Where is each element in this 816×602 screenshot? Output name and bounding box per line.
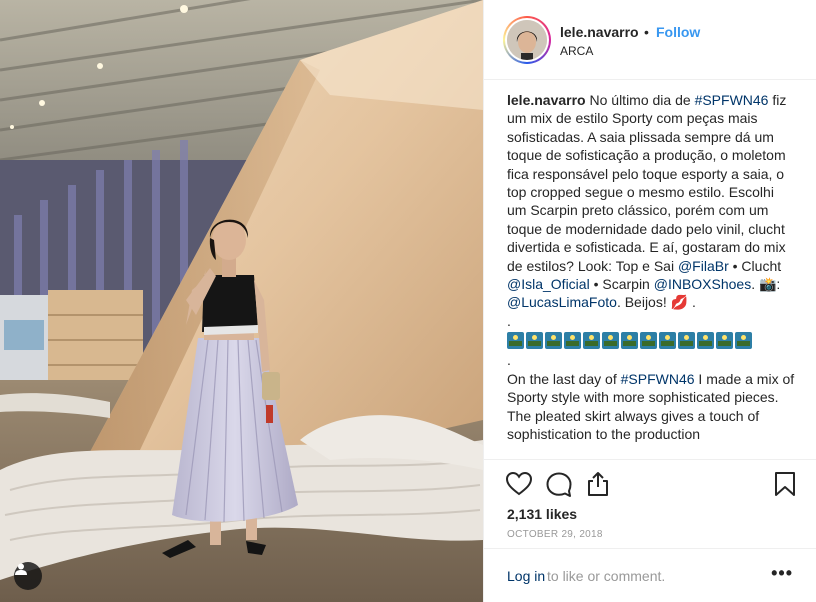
save-button[interactable] [771, 470, 799, 498]
more-options-button[interactable]: ••• [771, 563, 793, 584]
share-button[interactable] [584, 470, 612, 498]
landscape-emoji-icon [697, 332, 714, 350]
user-icon [15, 563, 27, 575]
location-link[interactable]: ARCA [560, 44, 593, 58]
hashtag-link[interactable]: #SPFWN46 [695, 92, 769, 108]
caption-dot-line: . [507, 352, 511, 369]
tagged-users-button[interactable] [14, 562, 42, 590]
caption-username[interactable]: lele.navarro [507, 92, 586, 108]
landscape-emoji-icon [526, 332, 543, 350]
comment-bar: Log in to like or comment. ••• [484, 548, 816, 602]
header-username[interactable]: lele.navarro [560, 24, 639, 40]
post-date: OCTOBER 29, 2018 [507, 529, 603, 540]
bookmark-icon [775, 472, 795, 496]
like-button[interactable] [505, 470, 533, 498]
landscape-emoji-icon [640, 332, 657, 350]
likes-count[interactable]: 2,131 likes [507, 506, 577, 522]
post-caption: lele.navarro No último dia de #SPFWN46 f… [507, 91, 797, 443]
mention-link[interactable]: @Isla_Oficial [507, 276, 590, 292]
post-photo[interactable] [0, 0, 483, 602]
login-prompt-text: to like or comment. [547, 568, 666, 584]
caption-text: No último dia de [585, 92, 695, 108]
landscape-emoji-icon [678, 332, 695, 350]
photo-illustration [0, 0, 483, 602]
avatar-image [507, 20, 547, 60]
emoji-row [507, 332, 797, 350]
caption-text: fiz um mix de estilo Sporty com peças ma… [507, 92, 787, 274]
landscape-emoji-icon [564, 332, 581, 350]
mention-link[interactable]: @LucasLimaFoto [507, 294, 617, 310]
heart-icon [505, 471, 533, 496]
landscape-emoji-icon [602, 332, 619, 350]
hashtag-link[interactable]: #SPFWN46 [621, 371, 695, 387]
landscape-emoji-icon [507, 332, 524, 350]
landscape-emoji-icon [583, 332, 600, 350]
post-side-panel: lele.navarro • Follow ARCA lele.navarro … [483, 0, 816, 602]
avatar[interactable] [503, 16, 551, 64]
caption-text: • Scarpin [589, 276, 654, 293]
mention-link[interactable]: @INBOXShoes [654, 276, 751, 292]
caption-text: • Clucht [728, 257, 782, 274]
comments-scroll-area[interactable]: lele.navarro No último dia de #SPFWN46 f… [484, 81, 816, 459]
mention-link[interactable]: @FilaBr [678, 258, 729, 274]
landscape-emoji-icon [716, 332, 733, 350]
comment-icon [546, 472, 572, 497]
landscape-emoji-icon [545, 332, 562, 350]
caption-text: . Beijos! 💋 . [616, 294, 696, 311]
login-link[interactable]: Log in [507, 568, 545, 584]
header-separator: • [644, 24, 649, 40]
caption-text: . 📸: [751, 276, 781, 293]
landscape-emoji-icon [659, 332, 676, 350]
share-icon [588, 472, 608, 496]
follow-button[interactable]: Follow [656, 24, 700, 40]
comment-button[interactable] [545, 470, 573, 498]
post-header: lele.navarro • Follow ARCA [484, 0, 816, 80]
caption-dot-line: . [507, 312, 511, 329]
caption-text: On the last day of [507, 370, 621, 387]
landscape-emoji-icon [621, 332, 638, 350]
landscape-emoji-icon [735, 332, 752, 350]
